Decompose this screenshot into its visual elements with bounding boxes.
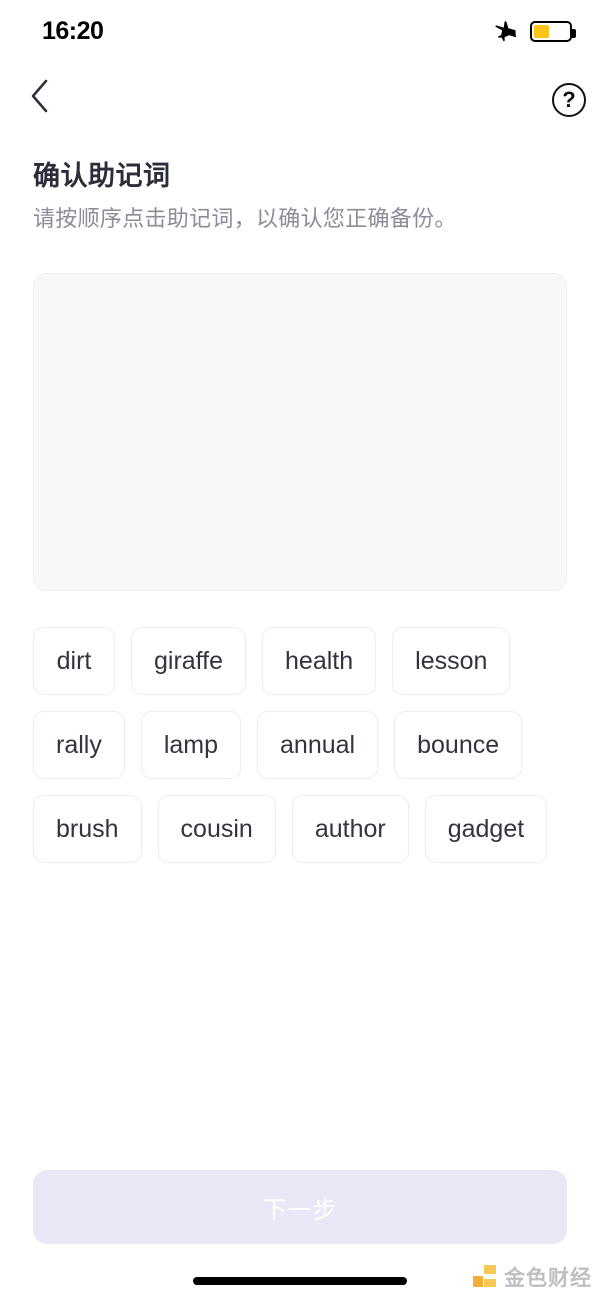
word-chip-label: cousin <box>180 814 253 843</box>
status-bar: 16:20 <box>0 0 600 62</box>
status-bar-indicators <box>494 19 576 43</box>
word-chip[interactable]: health <box>262 627 377 695</box>
status-bar-time: 16:20 <box>42 16 104 45</box>
phone-screen: 16:20 ? 确认助记词 请按顺序点击助记词，以确认您正确备份。 dirt gi… <box>0 0 600 1299</box>
word-chip[interactable]: rally <box>33 711 125 779</box>
word-chip-label: health <box>285 646 354 675</box>
word-chip[interactable]: cousin <box>157 795 276 863</box>
battery-icon <box>530 20 576 42</box>
header: 确认助记词 请按顺序点击助记词，以确认您正确备份。 <box>33 160 567 234</box>
word-chip[interactable]: lesson <box>392 627 511 695</box>
word-bank: dirt giraffe health lesson rally lamp annual bo… <box>33 627 567 863</box>
word-chip[interactable]: bounce <box>394 711 523 779</box>
word-chip[interactable]: annual <box>257 711 379 779</box>
word-chip[interactable]: brush <box>33 795 142 863</box>
word-chip-label: rally <box>56 730 102 759</box>
word-chip[interactable]: lamp <box>140 711 242 779</box>
battery-nub <box>572 28 576 38</box>
word-chip[interactable]: author <box>291 795 409 863</box>
battery-fill <box>534 24 550 38</box>
logo-square-left <box>473 1276 483 1287</box>
logo-notch <box>484 1274 496 1279</box>
word-chip-label: giraffe <box>154 646 224 675</box>
home-indicator[interactable] <box>193 1277 407 1285</box>
word-chip-label: annual <box>280 730 356 759</box>
page-title: 确认助记词 <box>33 161 171 191</box>
help-button[interactable]: ? <box>552 83 586 117</box>
jinse-logo-icon <box>473 1265 497 1289</box>
word-chip[interactable]: giraffe <box>131 627 247 695</box>
next-button[interactable]: 下一步 <box>33 1170 567 1244</box>
navigation-bar: ? <box>0 62 600 148</box>
page-subtitle: 请按顺序点击助记词，以确认您正确备份。 <box>33 206 457 232</box>
word-chip[interactable]: dirt <box>33 627 115 695</box>
word-chip-label: gadget <box>447 814 525 843</box>
airplane-mode-icon <box>495 21 517 42</box>
selected-words-area[interactable] <box>33 273 567 591</box>
word-chip-label: lesson <box>415 646 488 675</box>
word-chip-label: bounce <box>417 730 500 759</box>
word-chip-label: dirt <box>56 646 92 675</box>
word-chip[interactable]: gadget <box>424 795 548 863</box>
watermark-text: 金色财经 <box>504 1267 592 1290</box>
word-chip-label: brush <box>56 814 119 843</box>
watermark: 金色财经 <box>473 1262 592 1292</box>
word-chip-label: lamp <box>163 730 219 759</box>
chevron-left-icon <box>31 79 48 113</box>
word-chip-label: author <box>314 814 386 843</box>
help-icon: ? <box>562 86 576 112</box>
back-button[interactable] <box>18 74 62 118</box>
